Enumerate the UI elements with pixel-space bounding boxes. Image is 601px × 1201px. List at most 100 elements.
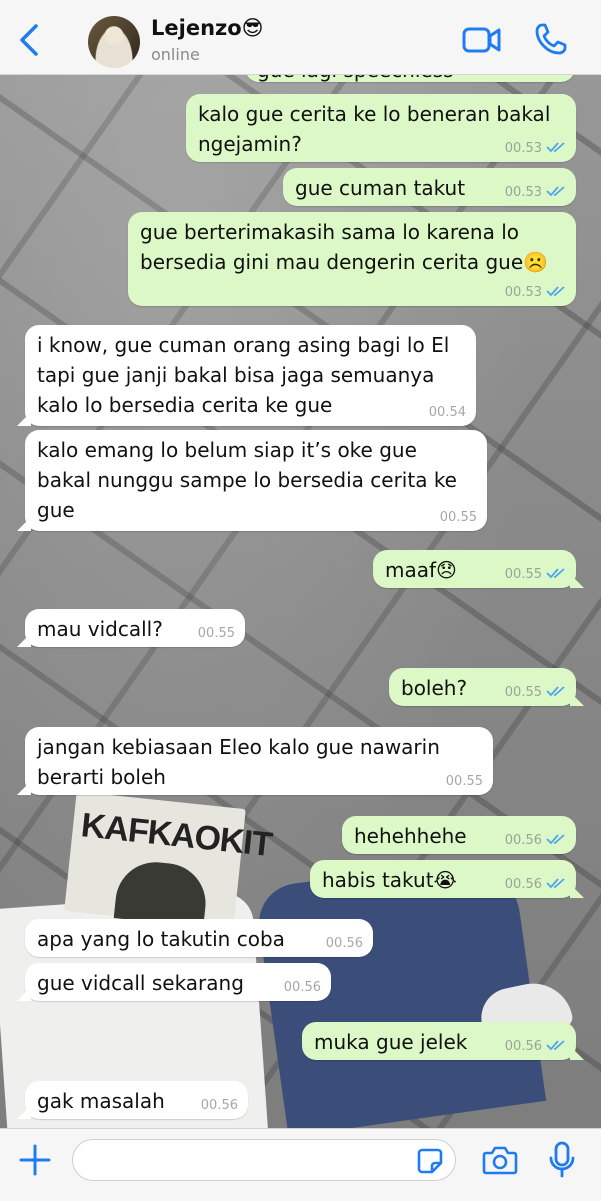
incoming-message[interactable]: jangan kebiasaan Eleo kalo gue nawarin be…	[17, 727, 493, 795]
read-receipt-icon	[546, 142, 565, 153]
message-line: bersedia gini mau dengerin cerita gue☹️	[140, 250, 549, 274]
message-timestamp: 00.55	[440, 510, 477, 526]
outgoing-message[interactable]: boleh? 00.55	[389, 668, 584, 706]
outgoing-message[interactable]: maaf😞 00.55	[373, 550, 584, 588]
message-line: apa yang lo takutin coba	[37, 927, 285, 951]
message-line: boleh?	[401, 676, 468, 700]
message-time: 00.56	[200, 1098, 238, 1113]
message-time: 00.53	[504, 185, 542, 200]
camera-icon	[482, 1146, 518, 1175]
read-receipt-icon	[546, 286, 565, 297]
message-timestamp: 00.53	[505, 285, 566, 301]
video-call-button[interactable]	[462, 24, 502, 56]
message-line: i know, gue cuman orang asing bagi lo El	[37, 333, 450, 357]
voice-call-button[interactable]	[534, 22, 568, 56]
attach-button[interactable]	[18, 1143, 52, 1177]
message-timestamp: 00.56	[505, 833, 566, 849]
incoming-message[interactable]: i know, gue cuman orang asing bagi lo El…	[17, 325, 476, 426]
microphone-icon	[549, 1141, 575, 1178]
message-timestamp: 00.55	[446, 774, 483, 790]
message-text: apa yang lo takutin coba	[37, 924, 361, 954]
message-line: tapi gue janji bakal bisa jaga semuanya	[37, 363, 435, 387]
message-time: 00.53	[504, 141, 542, 156]
message-line: ngejamin?	[198, 132, 302, 156]
chevron-left-icon	[20, 24, 38, 56]
read-receipt-icon	[546, 878, 565, 889]
read-receipt-icon	[546, 834, 565, 845]
outgoing-message[interactable]: gue berterimakasih sama lo karena lo bers…	[128, 212, 576, 306]
message-list[interactable]: gue lagi speechless00.52 kalo gue cerita …	[0, 74, 601, 1128]
message-text: jangan kebiasaan Eleo kalo gue nawarin be…	[37, 732, 481, 792]
message-line: gue berterimakasih sama lo karena lo	[140, 220, 519, 244]
message-line: jangan kebiasaan Eleo kalo gue nawarin	[37, 735, 440, 759]
outgoing-message[interactable]: gue lagi speechless00.52	[245, 74, 575, 82]
message-time: 00.56	[325, 936, 363, 951]
message-line: mau vidcall?	[37, 617, 163, 641]
message-time: 00.55	[197, 626, 235, 641]
contact-name[interactable]: Lejenzo😎	[151, 16, 264, 40]
message-line: gue lagi speechless	[257, 74, 454, 82]
incoming-message[interactable]: mau vidcall? 00.55	[17, 609, 245, 647]
read-receipt-icon	[546, 186, 565, 197]
chat-header: Lejenzo😎 online	[0, 0, 601, 75]
message-line: kalo emang lo belum siap it’s oke gue	[37, 438, 417, 462]
back-button[interactable]	[16, 22, 46, 58]
message-line: berarti boleh	[37, 765, 166, 789]
message-text: gue vidcall sekarang	[37, 968, 319, 998]
message-time: 00.55	[445, 774, 483, 789]
outgoing-message[interactable]: muka gue jelek 00.56	[302, 1022, 584, 1060]
incoming-message[interactable]: apa yang lo takutin coba 00.56	[25, 919, 373, 957]
composer-bar	[0, 1128, 601, 1201]
message-line: kalo gue cerita ke lo beneran bakal	[198, 102, 551, 126]
incoming-message[interactable]: gue vidcall sekarang 00.56	[17, 963, 331, 1001]
message-line: habis takut😭	[322, 868, 457, 892]
message-timestamp: 00.55	[198, 626, 235, 642]
contact-avatar[interactable]	[88, 16, 140, 68]
message-line: hehehhehe	[354, 824, 467, 848]
message-line: gak masalah	[37, 1089, 165, 1113]
read-receipt-icon	[546, 686, 565, 697]
phone-icon	[535, 23, 567, 55]
message-timestamp: 00.53	[505, 185, 566, 201]
message-time: 00.54	[428, 405, 466, 420]
message-timestamp: 00.56	[505, 1039, 566, 1055]
message-timestamp: 00.54	[429, 405, 466, 421]
plus-icon	[19, 1144, 51, 1176]
message-time: 00.53	[504, 285, 542, 300]
message-text: gue berterimakasih sama lo karena lo bers…	[140, 217, 564, 277]
message-input[interactable]	[72, 1139, 456, 1181]
contact-status: online	[151, 45, 200, 64]
message-text: kalo emang lo belum siap it’s oke gue bak…	[37, 435, 475, 525]
outgoing-message[interactable]: habis takut😭 00.56	[310, 860, 584, 898]
outgoing-message[interactable]: kalo gue cerita ke lo beneran bakal ngeja…	[186, 94, 576, 162]
message-timestamp: 00.56	[326, 936, 363, 952]
message-timestamp: 00.53	[505, 141, 566, 157]
message-line: maaf😞	[385, 558, 457, 582]
camera-button[interactable]	[482, 1145, 518, 1175]
outgoing-message[interactable]: gue cuman takut 00.53	[283, 168, 576, 206]
message-line: gue cuman takut	[295, 176, 466, 200]
message-line: gue	[37, 498, 75, 522]
message-line: bakal nunggu sampe lo bersedia cerita ke	[37, 468, 457, 492]
message-timestamp: 00.55	[505, 685, 566, 701]
message-line: kalo lo bersedia cerita ke gue	[37, 393, 333, 417]
message-time: 00.55	[504, 685, 542, 700]
message-timestamp: 00.56	[505, 877, 566, 893]
message-time: 00.56	[504, 833, 542, 848]
message-time: 00.56	[283, 980, 321, 995]
read-receipt-icon	[546, 568, 565, 579]
message-timestamp: 00.55	[505, 567, 566, 583]
incoming-message[interactable]: gak masalah 00.56	[17, 1081, 248, 1119]
outgoing-message[interactable]: hehehhehe 00.56	[342, 816, 576, 854]
incoming-message[interactable]: kalo emang lo belum siap it’s oke gue bak…	[17, 430, 487, 531]
message-timestamp: 00.56	[201, 1098, 238, 1114]
microphone-button[interactable]	[548, 1141, 576, 1179]
message-timestamp: 00.56	[284, 980, 321, 996]
message-time: 00.56	[504, 1039, 542, 1054]
message-text: i know, gue cuman orang asing bagi lo El…	[37, 330, 464, 420]
message-time: 00.55	[439, 510, 477, 525]
sticker-icon	[417, 1148, 443, 1174]
message-time: 00.55	[504, 567, 542, 582]
sticker-button[interactable]	[416, 1147, 444, 1175]
message-line: gue vidcall sekarang	[37, 971, 244, 995]
